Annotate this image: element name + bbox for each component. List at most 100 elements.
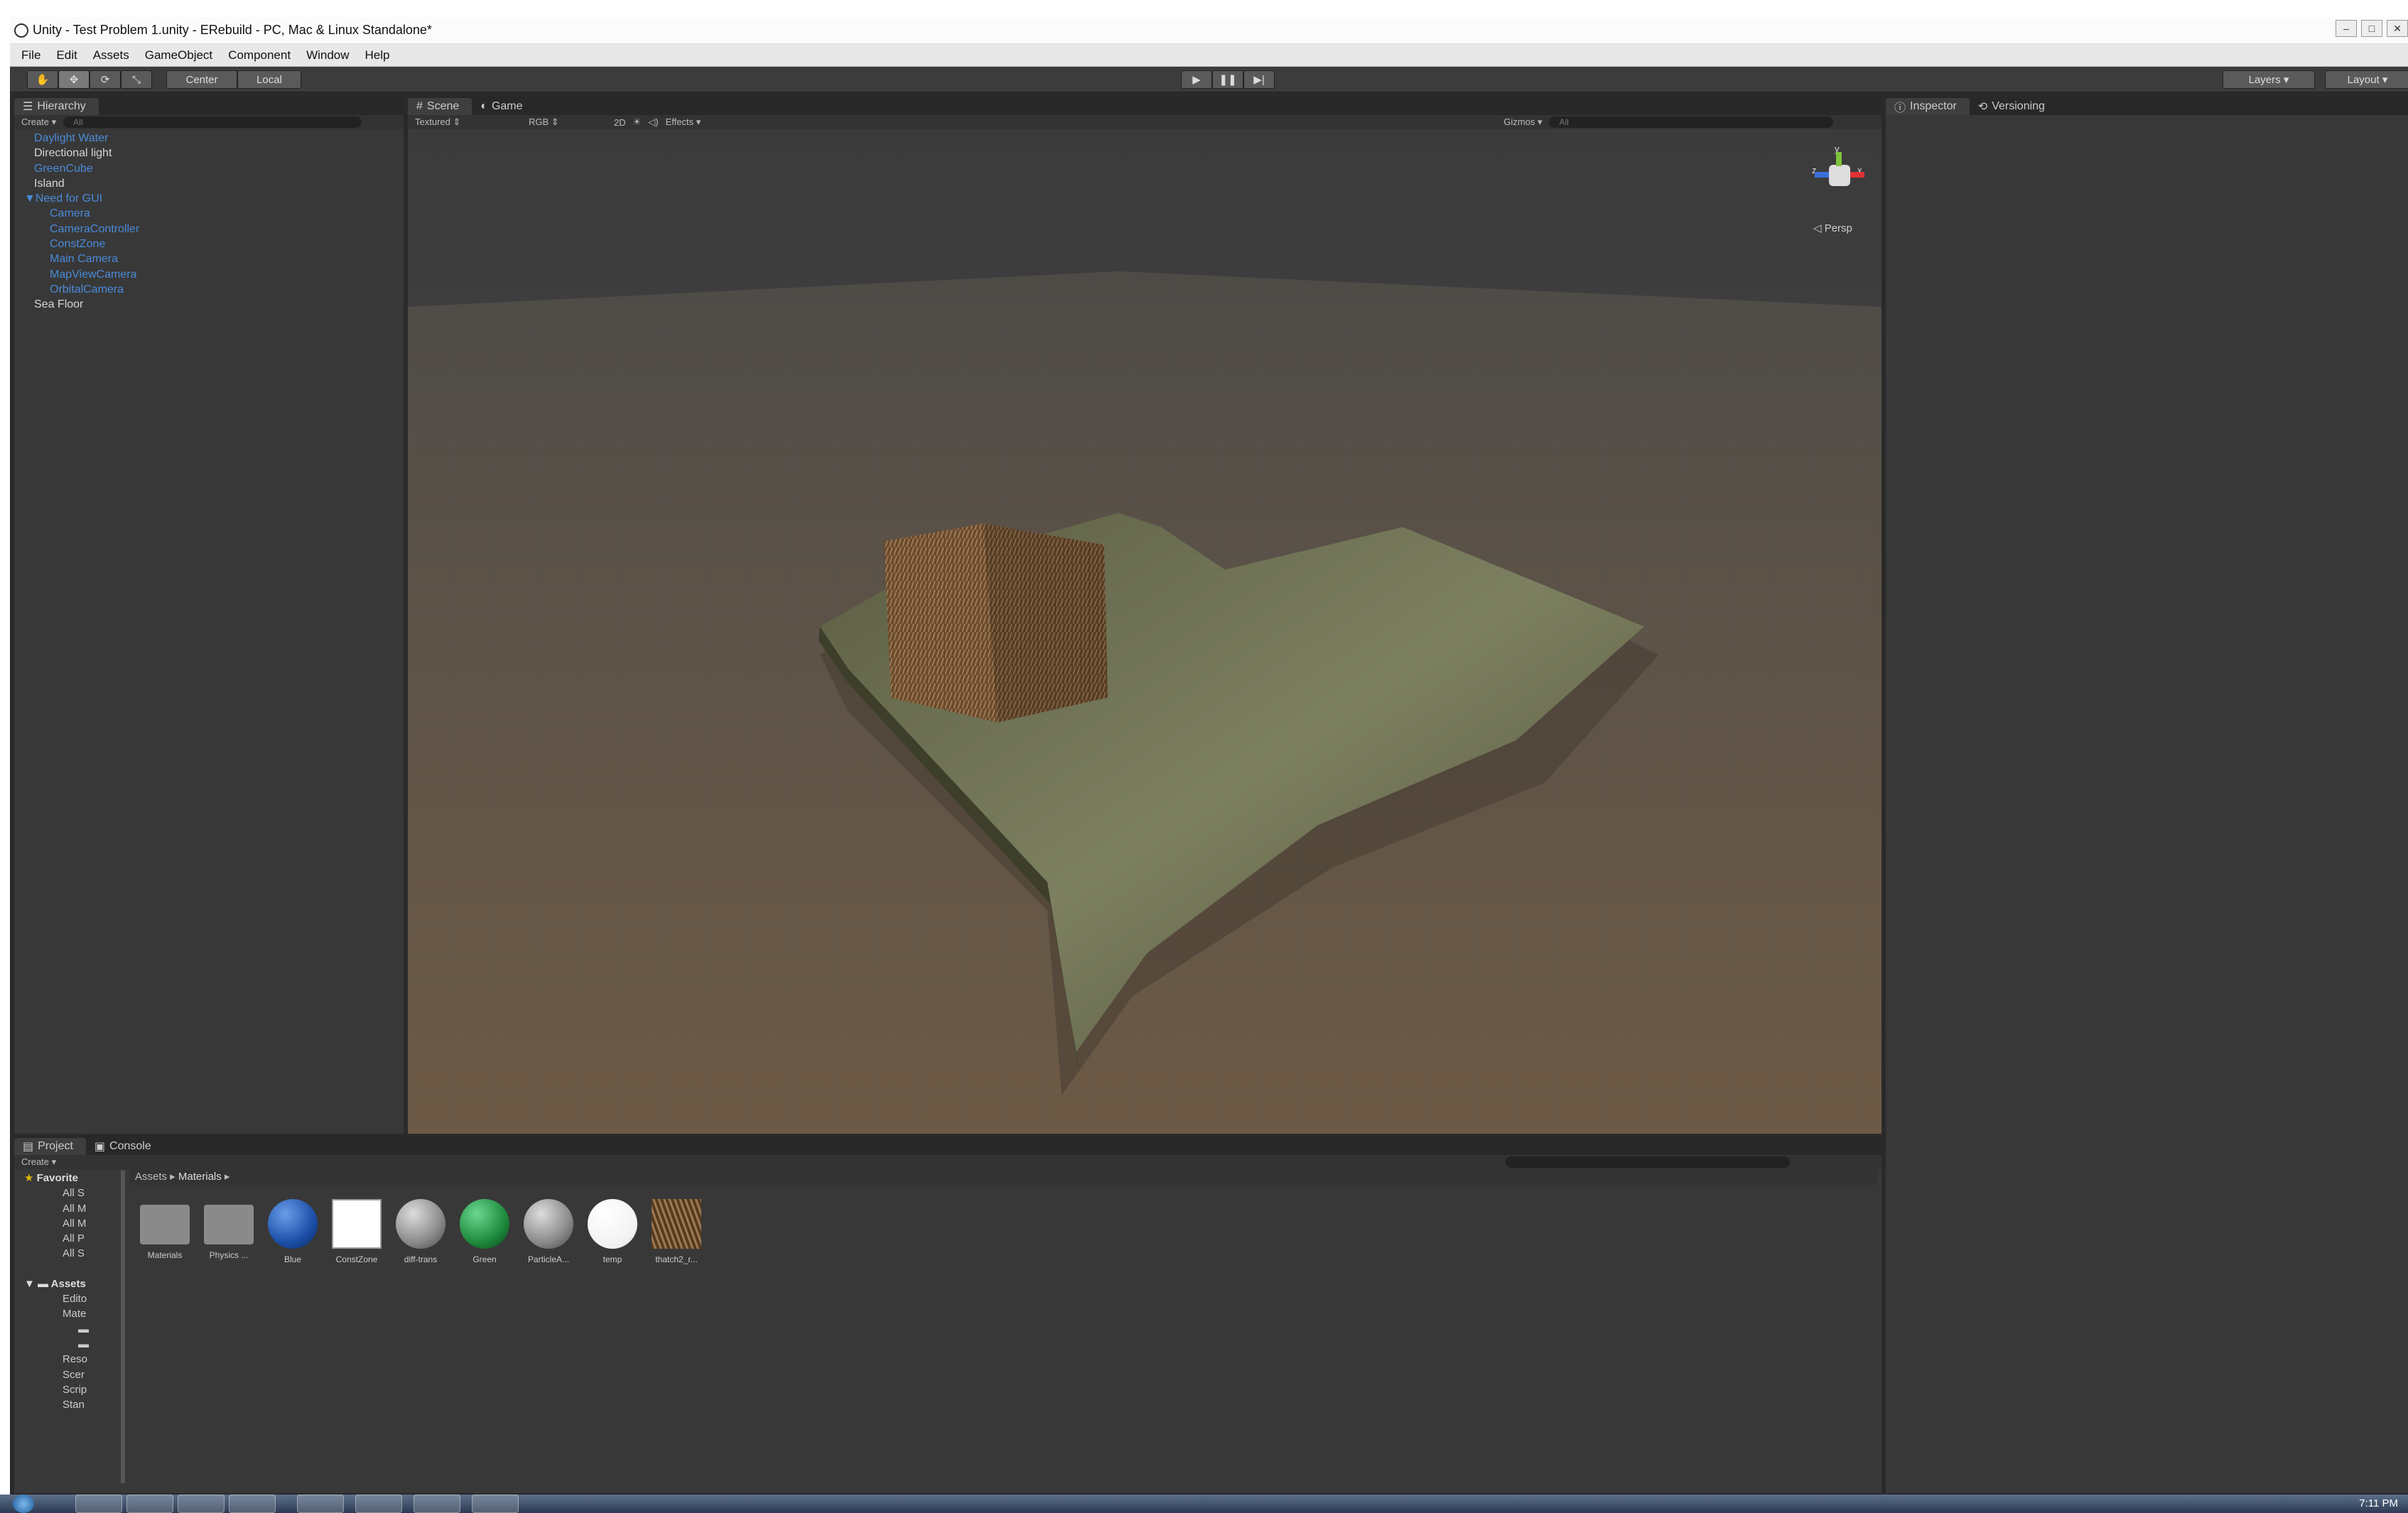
- gizmo-z-arrow-icon: [1815, 172, 1829, 178]
- breadcrumb-assets[interactable]: Assets: [135, 1171, 167, 1183]
- hierarchy-item[interactable]: Sea Floor: [14, 297, 404, 312]
- asset-item[interactable]: Green: [456, 1199, 513, 1264]
- tab-game[interactable]: ◐ Game: [472, 98, 535, 115]
- tab-scene[interactable]: # Scene: [408, 98, 473, 115]
- audio-toggle-icon[interactable]: ◁): [648, 116, 658, 128]
- step-button[interactable]: ▶|: [1243, 70, 1275, 89]
- expand-arrow-icon[interactable]: ▼: [24, 192, 36, 205]
- info-icon: ⓘ: [1894, 102, 1906, 114]
- menu-window[interactable]: Window: [306, 48, 349, 63]
- layout-dropdown[interactable]: Layout ▾: [2325, 70, 2408, 89]
- lighting-toggle-icon[interactable]: ☀: [633, 116, 642, 128]
- menu-gameobject[interactable]: GameObject: [145, 48, 212, 63]
- gizmos-dropdown[interactable]: Gizmos ▾: [1503, 116, 1542, 128]
- folder-item[interactable]: Edito: [14, 1291, 117, 1306]
- project-search-input[interactable]: [1506, 1156, 1791, 1168]
- hierarchy-item[interactable]: Island: [14, 176, 404, 191]
- taskbar-explorer-button[interactable]: [75, 1495, 122, 1513]
- project-create-button[interactable]: Create ▾: [21, 1156, 56, 1168]
- favorite-item[interactable]: All M: [14, 1201, 117, 1216]
- tab-project[interactable]: ▤ Project: [14, 1138, 86, 1155]
- layers-dropdown[interactable]: Layers ▾: [2223, 70, 2315, 89]
- taskbar-app-button[interactable]: [229, 1495, 276, 1513]
- asset-item[interactable]: Physics ...: [200, 1199, 257, 1260]
- folder-item[interactable]: Scrip: [14, 1382, 117, 1397]
- favorites-group[interactable]: ★ Favorite: [14, 1171, 117, 1186]
- move-icon: ✥: [69, 74, 79, 86]
- hierarchy-item[interactable]: MapViewCamera: [14, 267, 404, 282]
- asset-item[interactable]: ParticleA...: [520, 1199, 577, 1264]
- taskbar-app-button[interactable]: [297, 1495, 344, 1513]
- taskbar: 7:11 PM: [0, 1495, 2408, 1513]
- folder-item[interactable]: Mate: [14, 1306, 117, 1321]
- menu-file[interactable]: File: [21, 48, 41, 63]
- folder-item[interactable]: Reso: [14, 1352, 117, 1367]
- hierarchy-item[interactable]: Daylight Water: [14, 131, 404, 146]
- assets-group[interactable]: ▼ ▬ Assets: [14, 1276, 117, 1291]
- taskbar-chrome-button[interactable]: [126, 1495, 173, 1513]
- pause-button[interactable]: ❚❚: [1212, 70, 1243, 89]
- folder-item[interactable]: Stan: [14, 1397, 117, 1412]
- menu-edit[interactable]: Edit: [56, 48, 77, 63]
- hierarchy-item-group[interactable]: ▼Need for GUI: [14, 191, 404, 206]
- asset-item[interactable]: temp: [584, 1199, 641, 1264]
- project-tree-scrollbar[interactable]: [121, 1171, 125, 1483]
- minimize-button[interactable]: –: [2336, 20, 2357, 37]
- layers-label: Layers: [2248, 73, 2281, 86]
- favorite-item[interactable]: All M: [14, 1216, 117, 1231]
- scene-viewport[interactable]: y x z ◁ Persp: [408, 129, 1881, 1134]
- orientation-gizmo[interactable]: y x z: [1808, 143, 1872, 215]
- asset-item[interactable]: Blue: [264, 1199, 321, 1264]
- effects-dropdown[interactable]: Effects ▾: [666, 116, 701, 128]
- play-button[interactable]: ▶: [1181, 70, 1212, 89]
- shading-mode-dropdown[interactable]: Textured ⇕: [415, 116, 522, 128]
- hierarchy-item[interactable]: Directional light: [14, 146, 404, 161]
- tab-inspector[interactable]: ⓘ Inspector: [1886, 98, 1970, 115]
- menu-help[interactable]: Help: [365, 48, 390, 63]
- rotate-tool-button[interactable]: ⟳: [90, 70, 121, 89]
- asset-item[interactable]: diff-trans: [392, 1199, 449, 1264]
- hierarchy-item[interactable]: ConstZone: [14, 237, 404, 251]
- hierarchy-item[interactable]: CameraController: [14, 222, 404, 237]
- scale-tool-button[interactable]: ⤡: [121, 70, 152, 89]
- pivot-local-button[interactable]: Local: [237, 70, 301, 89]
- asset-item[interactable]: Materials: [136, 1199, 193, 1260]
- start-button[interactable]: [13, 1495, 34, 1513]
- gizmo-search-input[interactable]: All: [1549, 116, 1834, 128]
- taskbar-project-button[interactable]: [414, 1495, 460, 1513]
- projection-label[interactable]: ◁ Persp: [1813, 222, 1852, 234]
- taskbar-app-button[interactable]: [355, 1495, 402, 1513]
- tab-hierarchy[interactable]: ☰ Hierarchy: [14, 98, 99, 115]
- tab-versioning[interactable]: ⟲ Versioning: [1970, 98, 2058, 115]
- tab-console[interactable]: ▣ Console: [86, 1138, 164, 1155]
- favorite-item[interactable]: All S: [14, 1246, 117, 1261]
- toggle-2d-button[interactable]: 2D: [614, 117, 626, 128]
- favorite-item[interactable]: All S: [14, 1186, 117, 1200]
- clock[interactable]: 7:11 PM: [2359, 1497, 2398, 1509]
- folder-item[interactable]: Scer: [14, 1367, 117, 1382]
- hierarchy-item[interactable]: GreenCube: [14, 161, 404, 176]
- move-tool-button[interactable]: ✥: [58, 70, 90, 89]
- taskbar-unity-button[interactable]: [178, 1495, 225, 1513]
- gizmo-cube-icon: [1829, 165, 1850, 186]
- close-button[interactable]: ✕: [2387, 20, 2408, 37]
- asset-item[interactable]: ConstZone: [328, 1199, 385, 1264]
- project-icon: ▤: [23, 1141, 34, 1153]
- asset-item[interactable]: thatch2_r...: [648, 1199, 705, 1264]
- hierarchy-item[interactable]: OrbitalCamera: [14, 282, 404, 297]
- hierarchy-item[interactable]: Camera: [14, 206, 404, 221]
- hierarchy-item[interactable]: Main Camera: [14, 251, 404, 266]
- maximize-button[interactable]: □: [2361, 20, 2382, 37]
- hierarchy-create-button[interactable]: Create ▾: [21, 116, 56, 128]
- menu-assets[interactable]: Assets: [93, 48, 129, 63]
- pivot-center-button[interactable]: Center: [166, 70, 237, 89]
- folder-item[interactable]: ▬: [14, 1337, 117, 1352]
- taskbar-outlook-button[interactable]: [472, 1495, 519, 1513]
- breadcrumb-materials[interactable]: Materials: [178, 1171, 222, 1183]
- menu-component[interactable]: Component: [228, 48, 291, 63]
- render-mode-dropdown[interactable]: RGB ⇕: [529, 116, 607, 128]
- hierarchy-search-input[interactable]: All: [63, 116, 362, 128]
- favorite-item[interactable]: All P: [14, 1231, 117, 1246]
- folder-item[interactable]: ▬: [14, 1322, 117, 1337]
- hand-tool-button[interactable]: ✋: [27, 70, 58, 89]
